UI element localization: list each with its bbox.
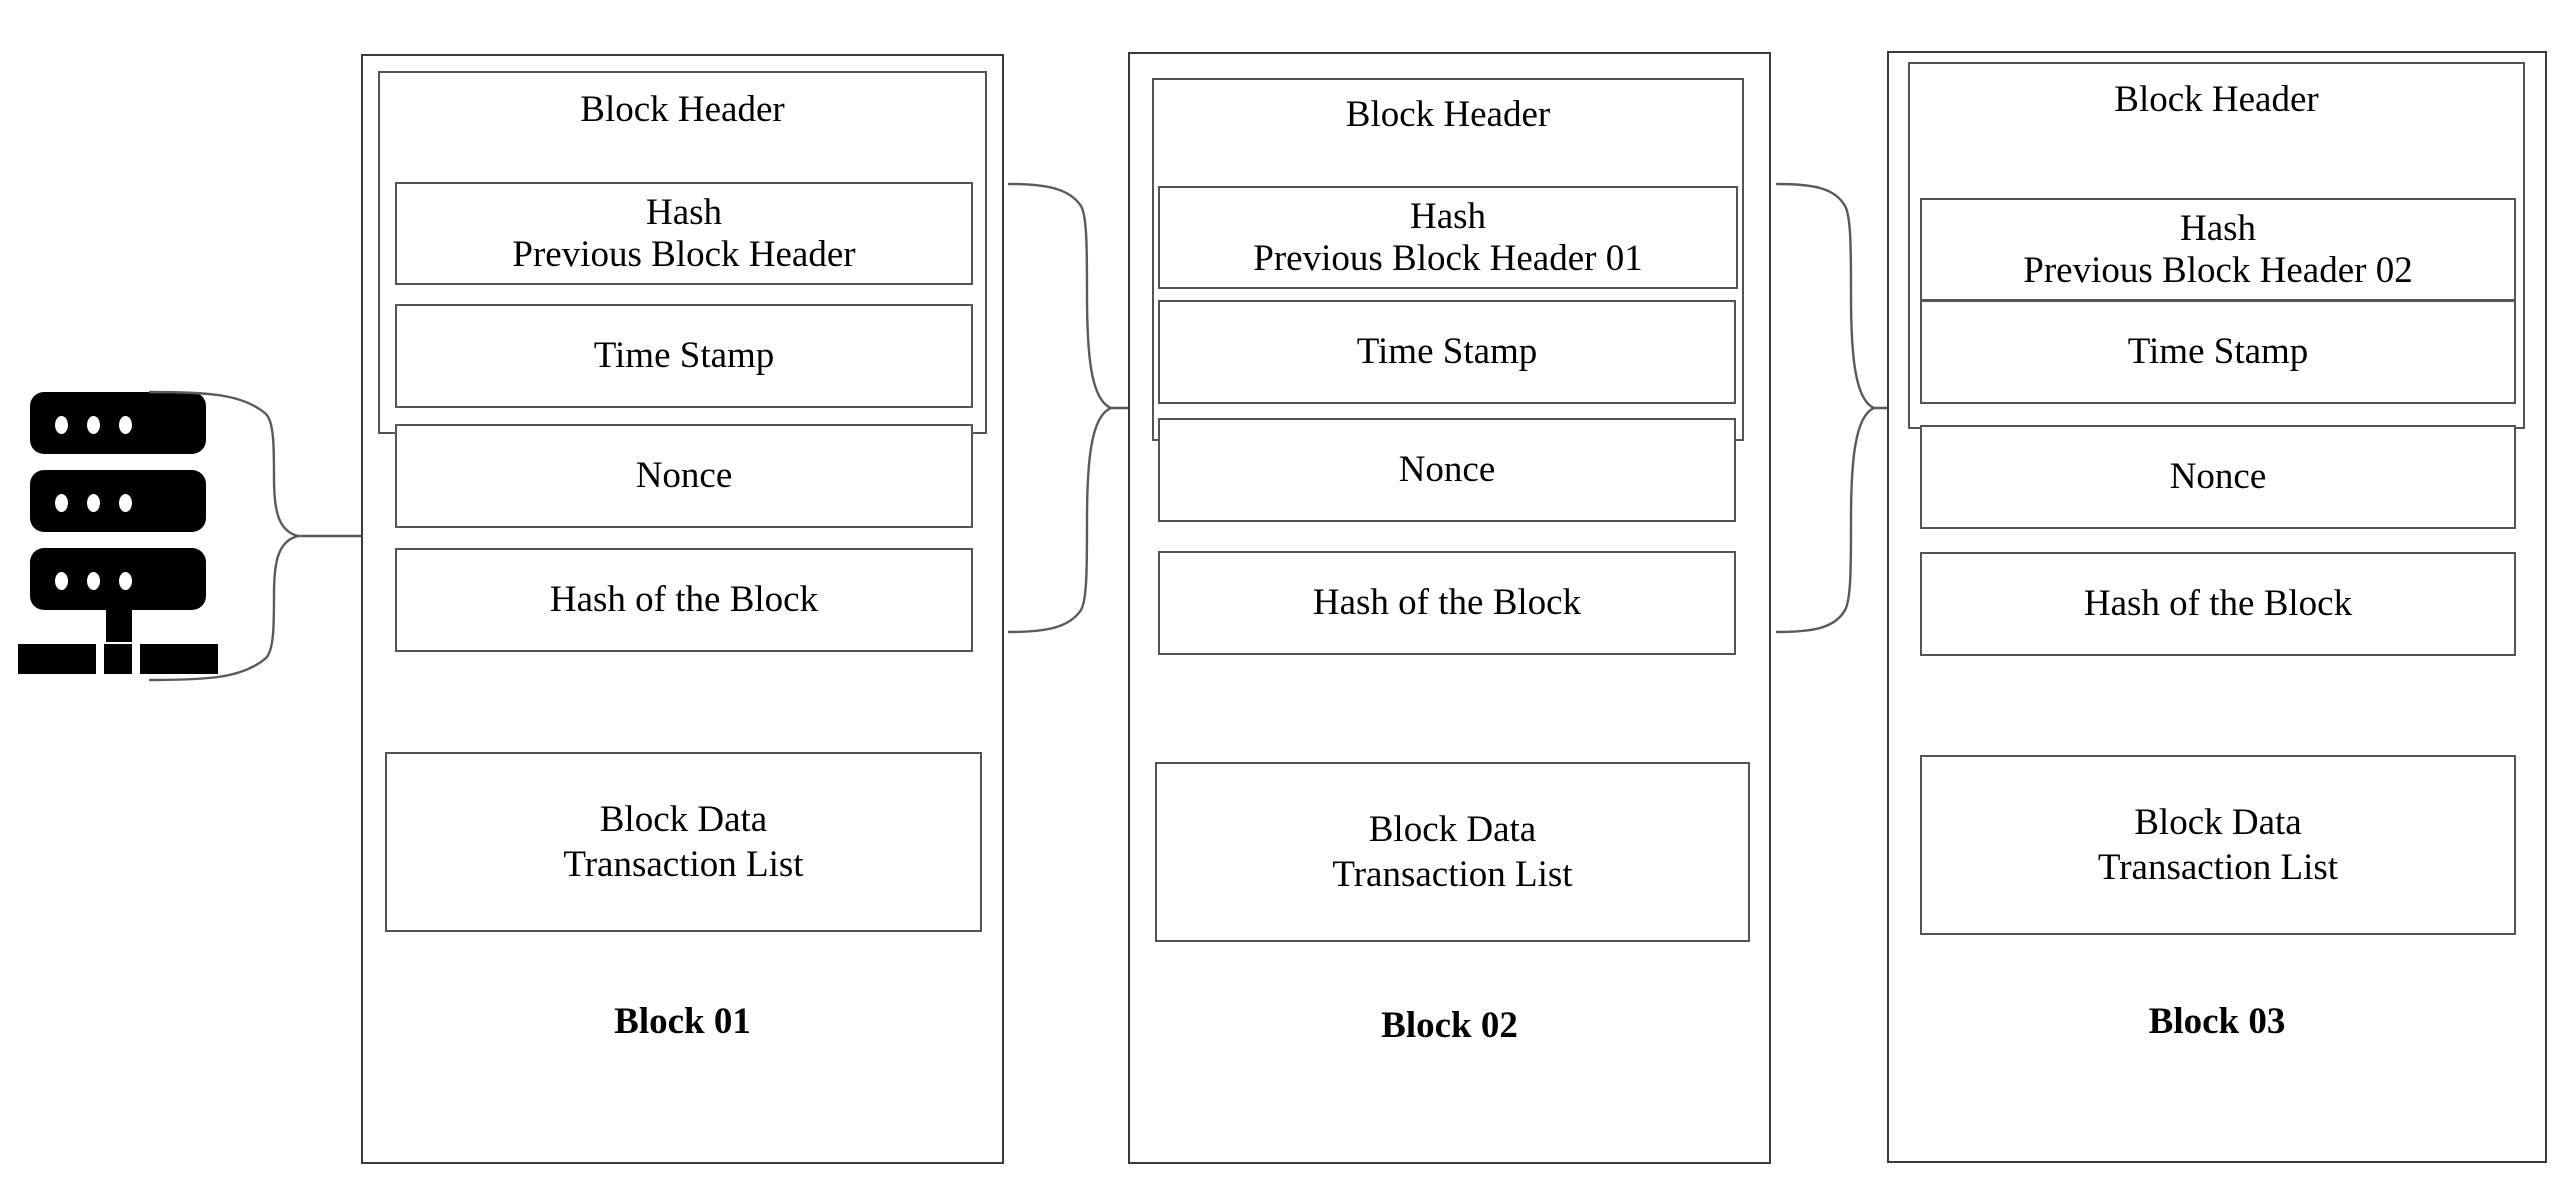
block-header-title: Block Header bbox=[1345, 94, 1551, 135]
field-label: Time Stamp bbox=[593, 335, 775, 377]
brace-block01-to-block02 bbox=[1007, 180, 1142, 640]
server-base-icon bbox=[104, 644, 132, 674]
server-led-dot-icon bbox=[119, 572, 132, 590]
field-time-stamp-03[interactable]: Time Stamp bbox=[1920, 300, 2516, 404]
field-label: Hash of the Block bbox=[549, 579, 819, 621]
field-time-stamp-02[interactable]: Time Stamp bbox=[1158, 300, 1736, 404]
server-led-dot-icon bbox=[87, 416, 100, 434]
field-label: Hash Previous Block Header 02 bbox=[2023, 208, 2413, 291]
block-data-label: Block Data Transaction List bbox=[1332, 808, 1573, 895]
field-nonce-03[interactable]: Nonce bbox=[1920, 425, 2516, 529]
field-hash-of-the-block-03[interactable]: Hash of the Block bbox=[1920, 552, 2516, 656]
block-data-transaction-list-01[interactable]: Block Data Transaction List bbox=[385, 752, 982, 932]
field-label: Nonce bbox=[635, 455, 733, 497]
block-caption-03: Block 03 bbox=[2148, 1001, 2286, 1042]
brace-block02-to-block03 bbox=[1775, 180, 1900, 640]
field-label: Time Stamp bbox=[1356, 331, 1538, 373]
brace-node-to-block01 bbox=[148, 388, 368, 688]
server-led-dot-icon bbox=[119, 494, 132, 512]
field-time-stamp-01[interactable]: Time Stamp bbox=[395, 304, 973, 408]
field-label: Time Stamp bbox=[2127, 331, 2309, 373]
server-led-dot-icon bbox=[55, 572, 68, 590]
field-hash-previous-block-header-02[interactable]: Hash Previous Block Header 01 bbox=[1158, 186, 1738, 289]
field-hash-of-the-block-02[interactable]: Hash of the Block bbox=[1158, 551, 1736, 655]
server-led-dot-icon bbox=[55, 416, 68, 434]
server-base-icon bbox=[18, 644, 96, 674]
field-hash-previous-block-header-01[interactable]: Hash Previous Block Header bbox=[395, 182, 973, 285]
field-label: Hash Previous Block Header bbox=[512, 192, 856, 275]
server-stand-neck-icon bbox=[106, 608, 132, 642]
server-led-dot-icon bbox=[87, 494, 100, 512]
block-header-title: Block Header bbox=[580, 89, 785, 130]
block-caption-01: Block 01 bbox=[614, 1001, 751, 1042]
field-hash-previous-block-header-03[interactable]: Hash Previous Block Header 02 bbox=[1920, 198, 2516, 301]
server-led-dot-icon bbox=[55, 494, 68, 512]
block-data-transaction-list-02[interactable]: Block Data Transaction List bbox=[1155, 762, 1750, 942]
server-led-dot-icon bbox=[87, 572, 100, 590]
field-label: Nonce bbox=[2169, 456, 2267, 498]
field-nonce-02[interactable]: Nonce bbox=[1158, 418, 1736, 522]
block-header-title: Block Header bbox=[2114, 79, 2319, 120]
blockchain-diagram-canvas: Block Header Hash Previous Block Header … bbox=[0, 0, 2562, 1178]
block-caption-02: Block 02 bbox=[1381, 1005, 1518, 1046]
field-label: Hash of the Block bbox=[1312, 582, 1582, 624]
field-nonce-01[interactable]: Nonce bbox=[395, 424, 973, 528]
block-data-label: Block Data Transaction List bbox=[563, 798, 804, 885]
server-led-dot-icon bbox=[119, 416, 132, 434]
field-label: Hash of the Block bbox=[2083, 583, 2353, 625]
field-label: Hash Previous Block Header 01 bbox=[1253, 196, 1643, 279]
block-data-label: Block Data Transaction List bbox=[2097, 801, 2339, 888]
field-hash-of-the-block-01[interactable]: Hash of the Block bbox=[395, 548, 973, 652]
block-data-transaction-list-03[interactable]: Block Data Transaction List bbox=[1920, 755, 2516, 935]
field-label: Nonce bbox=[1398, 449, 1496, 491]
